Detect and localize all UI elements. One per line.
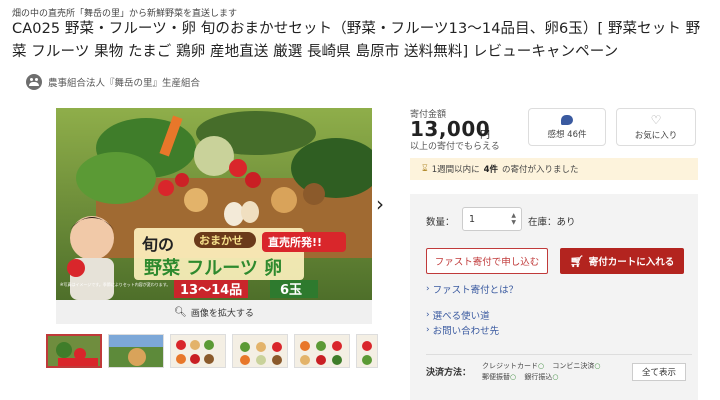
- fast-donation-info-link[interactable]: › ファスト寄付とは？: [426, 282, 518, 296]
- thumbnail-5[interactable]: [294, 334, 350, 368]
- notice-suffix: の寄付が入りました: [502, 165, 579, 175]
- hourglass-icon: ⌛︎: [422, 164, 428, 174]
- fast-donation-label: ファスト寄付で申し込む: [434, 257, 540, 268]
- show-all-payments-button[interactable]: 全て表示: [632, 363, 686, 381]
- shun-text: 旬の: [141, 235, 174, 254]
- cart-icon: 🛒︎: [569, 254, 584, 268]
- quantity-value: 1: [469, 213, 476, 225]
- notice-count: 4件: [483, 165, 499, 175]
- payment-method: クレジットカード○: [482, 362, 545, 370]
- zoom-image-button[interactable]: 🔍︎ 画像を拡大する: [56, 300, 372, 324]
- payment-method: 銀行振込○: [524, 373, 559, 381]
- people-icon: [26, 74, 42, 90]
- payment-methods-row: 決済方法： クレジットカード○ コンビニ決済○ 郵便振替○ 銀行振込○ 全て表示: [426, 354, 692, 384]
- contact-label: お問い合わせ先: [432, 326, 500, 337]
- purchase-panel: 数量： 1 ▲ ▼ 在庫：あり ファスト寄付で申し込む 🛒︎ 寄付カートに入れる …: [410, 194, 698, 400]
- thumbnail-6[interactable]: [356, 334, 378, 368]
- favorite-button[interactable]: ♡ お気に入り: [616, 108, 696, 146]
- thumbnail-2[interactable]: [108, 334, 164, 368]
- price-amount: 13,000: [410, 117, 491, 141]
- zoom-label: 画像を拡大する: [190, 308, 254, 319]
- heart-icon: ♡: [650, 112, 662, 127]
- chevron-right-icon: ›: [426, 325, 430, 335]
- stock-status: 在庫：あり: [528, 217, 576, 228]
- price-note: 以上の寄付でもらえる: [410, 142, 500, 152]
- payment-method: コンビニ決済○: [552, 362, 601, 370]
- check-circle-icon: ○: [538, 362, 545, 370]
- payment-label: 決済方法：: [426, 368, 472, 378]
- payment-methods: クレジットカード○ コンビニ決済○ 郵便振替○ 銀行振込○: [482, 361, 632, 383]
- chevron-right-icon: ›: [426, 310, 430, 320]
- organization-name[interactable]: 農事組合法人『舞岳の里』生産組合: [48, 75, 200, 89]
- thumbnail-4[interactable]: [232, 334, 288, 368]
- chat-bubble-icon: [561, 114, 573, 125]
- omakase-text: おまかせ: [199, 234, 243, 247]
- notice-prefix: 1週間以内に: [431, 165, 480, 175]
- usage-label: 選べる使い道: [432, 311, 490, 322]
- vegetables-text: 野菜 フルーツ 卵: [144, 257, 282, 279]
- disclaimer-text: ※写真はイメージです。季節によりセット内容が変わります。: [60, 281, 170, 287]
- recent-donations-notice: ⌛︎ 1週間以内に 4件 の寄付が入りました: [410, 158, 698, 180]
- chevron-right-icon[interactable]: ›: [372, 192, 388, 216]
- stepper-icon: ▲ ▼: [511, 212, 516, 226]
- organization-link[interactable]: 農事組合法人『舞岳の里』生産組合: [26, 74, 200, 90]
- thumbnail-1[interactable]: [46, 334, 102, 368]
- payment-method: 郵便振替○: [482, 373, 517, 381]
- fast-donation-info-label: ファスト寄付とは？: [432, 285, 519, 296]
- check-circle-icon: ○: [594, 362, 601, 370]
- check-circle-icon: ○: [510, 373, 517, 381]
- add-to-cart-label: 寄付カートに入れる: [588, 257, 675, 268]
- search-icon: 🔍︎: [174, 306, 187, 318]
- usage-link[interactable]: › 選べる使い道: [426, 308, 490, 322]
- thumbnail-strip: [46, 334, 378, 368]
- reviews-button[interactable]: 感想 46件: [528, 108, 606, 146]
- store-badge-text: 直売所発!!: [268, 235, 322, 249]
- fast-donation-button[interactable]: ファスト寄付で申し込む: [426, 248, 548, 274]
- count-items-text: 13～14品: [180, 283, 242, 298]
- main-product-image[interactable]: 旬の おまかせ 野菜 フルーツ 卵 直売所発!! 13～14品 6玉 ※写真はイ…: [56, 108, 372, 300]
- chevron-right-icon: ›: [426, 284, 430, 294]
- contact-link[interactable]: › お問い合わせ先: [426, 323, 499, 337]
- eggs-text: 6玉: [280, 283, 302, 298]
- check-circle-icon: ○: [552, 373, 559, 381]
- reviews-label: 感想 46件: [547, 129, 587, 140]
- product-title: CA025 野菜・フルーツ・卵 旬のおまかせセット（野菜・フルーツ13～14品目…: [12, 21, 701, 60]
- quantity-select[interactable]: 1 ▲ ▼: [462, 207, 522, 231]
- quantity-label: 数量：: [426, 217, 455, 228]
- add-to-cart-button[interactable]: 🛒︎ 寄付カートに入れる: [560, 248, 684, 274]
- thumbnail-3[interactable]: [170, 334, 226, 368]
- favorite-label: お気に入り: [634, 130, 678, 141]
